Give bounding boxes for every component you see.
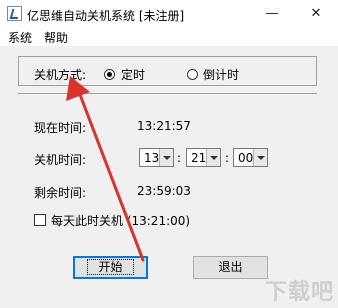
annotation-arrow-icon xyxy=(66,76,145,262)
